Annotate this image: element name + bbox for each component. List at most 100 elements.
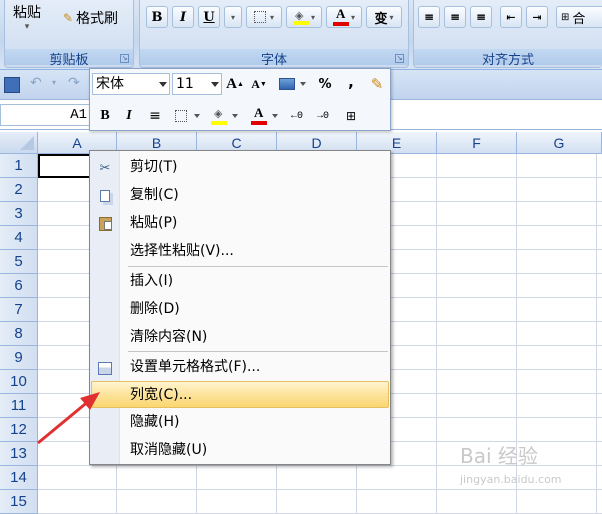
row-header-12[interactable]: 12 (0, 418, 38, 442)
border-button[interactable]: ▾ (246, 6, 282, 28)
chevron-down-icon (159, 82, 167, 87)
row-header-4[interactable]: 4 (0, 226, 38, 250)
menu-item-label: 清除内容(N) (130, 329, 208, 345)
mini-fill-color-button[interactable]: ◈ (208, 105, 230, 127)
menu-item-label: 选择性粘贴(V)... (130, 243, 234, 259)
column-header-f[interactable]: F (437, 132, 517, 154)
grow-font-button[interactable]: A ▲ (224, 73, 246, 95)
merge-center-button[interactable]: ⊞ (340, 105, 362, 127)
row-header-5[interactable]: 5 (0, 250, 38, 274)
redo-icon[interactable]: ↷ (68, 75, 80, 91)
align-center-icon: ≡ (149, 108, 161, 124)
paste-label: 粘贴 (13, 5, 41, 21)
increase-indent-button[interactable]: ⇥ (526, 6, 548, 28)
fill-color-button[interactable]: ◈ ▾ (286, 6, 322, 28)
font-size-select[interactable]: 11 (172, 73, 222, 95)
mini-align-center-button[interactable]: ≡ (144, 105, 166, 127)
column-header-g[interactable]: G (517, 132, 602, 154)
font-group: B I U ▾ ▾ ◈ ▾ A ▾ 变 ▾ 字体 ↘ (139, 0, 409, 68)
clipboard-launcher-icon[interactable]: ↘ (120, 54, 129, 63)
menu-item-column-width[interactable]: 列宽(C)... (91, 381, 389, 408)
merge-button[interactable]: ⊞ 合 (556, 6, 602, 28)
number-format-button[interactable] (276, 73, 298, 95)
menu-item-paste-special[interactable]: 选择性粘贴(V)... (91, 238, 389, 265)
row-header-1[interactable]: 1 (0, 154, 38, 178)
menu-item-hide[interactable]: 隐藏(H) (91, 409, 389, 436)
font-group-label: 字体 (140, 49, 408, 68)
border-icon (175, 110, 187, 122)
row-header-10[interactable]: 10 (0, 370, 38, 394)
row-header-9[interactable]: 9 (0, 346, 38, 370)
menu-item-label: 粘贴(P) (130, 215, 178, 231)
row-header-6[interactable]: 6 (0, 274, 38, 298)
menu-item-label: 取消隐藏(U) (130, 442, 208, 458)
mini-border-dropdown-icon[interactable] (194, 105, 202, 127)
menu-item-clear-contents[interactable]: 清除内容(N) (91, 324, 389, 351)
menu-item-cut[interactable]: ✂ 剪切(T) (91, 154, 389, 181)
italic-button[interactable]: I (172, 6, 194, 28)
underline-dropdown-icon[interactable]: ▾ (224, 6, 242, 28)
shrink-font-button[interactable]: A ▼ (248, 73, 270, 95)
context-menu: ✂ 剪切(T) 复制(C) 粘贴(P) 选择性粘贴(V)... 插入(I) 删除… (89, 150, 391, 465)
percent-button[interactable]: % (314, 73, 336, 95)
mini-font-color-dropdown-icon[interactable] (272, 105, 280, 127)
number-format-dropdown-icon[interactable] (300, 73, 308, 95)
row-header-2[interactable]: 2 (0, 178, 38, 202)
menu-item-label: 剪切(T) (130, 159, 178, 175)
menu-item-unhide[interactable]: 取消隐藏(U) (91, 437, 389, 464)
save-icon[interactable] (4, 77, 20, 93)
row-header-13[interactable]: 13 (0, 442, 38, 466)
border-icon (253, 11, 266, 23)
mini-italic-button[interactable]: I (118, 105, 140, 127)
menu-separator (128, 266, 388, 267)
menu-item-label: 列宽(C)... (130, 387, 193, 403)
comma-button[interactable]: , (340, 71, 362, 93)
brush-icon: ✎ (63, 11, 74, 25)
format-painter-button[interactable]: ✎ 格式刷 (63, 8, 118, 28)
phonetic-button[interactable]: 变 ▾ (366, 6, 402, 28)
decrease-decimal-button[interactable]: →0 (312, 105, 334, 127)
paste-button[interactable]: 粘贴 ▾ (13, 2, 41, 32)
font-name-select[interactable]: 宋体 (92, 73, 170, 95)
bold-button[interactable]: B (146, 6, 168, 28)
menu-item-insert[interactable]: 插入(I) (91, 268, 389, 295)
merge-icon: ⊞ (345, 109, 357, 123)
increase-indent-icon: ⇥ (532, 10, 542, 24)
menu-item-delete[interactable]: 删除(D) (91, 296, 389, 323)
font-color-button[interactable]: A ▾ (326, 6, 362, 28)
align-right-button[interactable]: ≡ (470, 6, 492, 28)
align-center-button[interactable]: ≡ (444, 6, 466, 28)
menu-item-copy[interactable]: 复制(C) (91, 182, 389, 209)
menu-item-paste[interactable]: 粘贴(P) (91, 210, 389, 237)
row-header-14[interactable]: 14 (0, 466, 38, 490)
select-all-corner[interactable] (0, 132, 38, 154)
name-box[interactable]: A1 (0, 104, 92, 126)
format-painter-label: 格式刷 (76, 11, 119, 27)
row-header-7[interactable]: 7 (0, 298, 38, 322)
excel-window: 粘贴 ▾ ✎ 格式刷 剪贴板 ↘ B I U ▾ ▾ ◈ ▾ A ▾ 变 ▾ 字… (0, 0, 602, 514)
align-left-button[interactable]: ≡ (418, 6, 440, 28)
font-launcher-icon[interactable]: ↘ (395, 54, 404, 63)
mini-font-color-button[interactable]: A (248, 105, 270, 127)
format-cells-icon (96, 359, 114, 377)
format-painter-icon[interactable]: ✎ (366, 73, 388, 95)
underline-button[interactable]: U (198, 6, 220, 28)
increase-decimal-button[interactable]: ←0 (286, 105, 308, 127)
mini-bold-button[interactable]: B (94, 105, 116, 127)
row-header-8[interactable]: 8 (0, 322, 38, 346)
row-header-3[interactable]: 3 (0, 202, 38, 226)
money-icon (279, 78, 295, 90)
row-header-11[interactable]: 11 (0, 394, 38, 418)
menu-item-format-cells[interactable]: 设置单元格格式(F)... (91, 354, 389, 381)
merge-label: 合 (572, 11, 586, 27)
undo-dropdown-icon[interactable]: ▾ (52, 78, 56, 87)
mini-fill-dropdown-icon[interactable] (232, 105, 240, 127)
alignment-group: ≡ ≡ ≡ ⇤ ⇥ ⊞ 合 对齐方式 (413, 0, 602, 68)
decrease-indent-button[interactable]: ⇤ (500, 6, 522, 28)
mini-border-button[interactable] (170, 105, 192, 127)
paste-dropdown-icon[interactable]: ▾ (13, 22, 41, 32)
fill-bucket-icon: ◈ (292, 9, 309, 25)
paste-icon (96, 215, 114, 233)
undo-icon[interactable]: ↶ (30, 75, 42, 91)
row-header-15[interactable]: 15 (0, 490, 38, 514)
